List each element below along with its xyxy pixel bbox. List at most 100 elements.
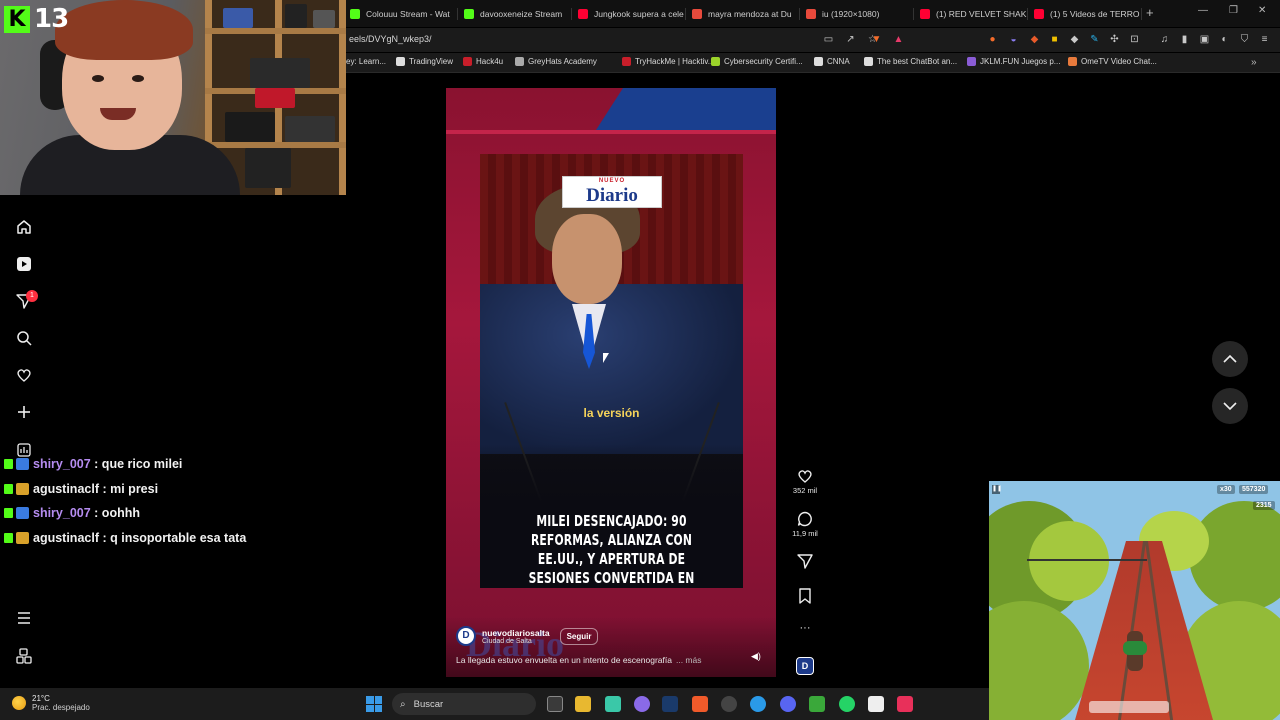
kick-badge-icon — [4, 483, 13, 494]
task-view-icon[interactable] — [547, 696, 563, 712]
whatsapp-icon[interactable] — [839, 696, 855, 712]
browser-tab[interactable]: Colouuu Stream - Wat — [346, 3, 458, 25]
brave-rewards-icon[interactable]: ▲ — [892, 33, 905, 46]
previous-reel-button[interactable] — [1212, 341, 1248, 377]
chat-message: agustinaclf : mi presi — [4, 477, 344, 502]
windows-start-icon[interactable] — [366, 696, 382, 712]
extension-6-icon[interactable]: ✎ — [1088, 33, 1101, 46]
brave-shield-icon[interactable]: ▼ — [870, 33, 883, 46]
file-explorer-icon[interactable] — [575, 696, 591, 712]
bookmark-item[interactable]: TryHackMe | Hacktiv... — [622, 57, 714, 66]
more-options-button[interactable]: ··· — [788, 622, 822, 634]
owner-username[interactable]: nuevodiariosalta — [482, 628, 550, 638]
description-text: La llegada estuvo envuelta en un intento… — [456, 655, 672, 665]
home-icon[interactable] — [14, 217, 34, 237]
extension-1-icon[interactable]: ● — [986, 33, 999, 46]
brave-icon[interactable] — [692, 696, 708, 712]
search-label: Buscar — [413, 698, 444, 710]
share-button[interactable] — [788, 553, 822, 569]
screenshot-icon[interactable]: ⊡ — [1128, 33, 1141, 46]
audio-thumbnail[interactable]: D — [796, 657, 814, 675]
extension-2-icon[interactable]: ◒ — [1007, 33, 1020, 46]
weather-widget[interactable]: 21°C Prac. despejado — [12, 694, 90, 712]
pause-icon[interactable]: ❚❚ — [992, 485, 1002, 494]
tab-label: mayra mendoza at Du — [708, 9, 792, 19]
settings-icon[interactable] — [721, 696, 737, 712]
more-menu-icon[interactable] — [14, 608, 34, 628]
also-from-meta-icon[interactable] — [14, 646, 34, 666]
browser-tab[interactable]: (1) RED VELVET SHAKI — [916, 3, 1028, 25]
bookmark-favicon-icon — [864, 57, 873, 66]
shield-icon[interactable]: ⛉ — [1238, 33, 1251, 46]
create-icon[interactable] — [14, 402, 34, 422]
bookmark-item[interactable]: The best ChatBot an... — [864, 57, 957, 66]
chat-username[interactable]: agustinaclf — [33, 531, 99, 545]
bookmark-favicon-icon — [814, 57, 823, 66]
mute-icon[interactable]: ◀) — [751, 651, 761, 662]
new-tab-button[interactable]: + — [1146, 5, 1154, 20]
url-field[interactable]: eels/DVYgN_wkep3/ — [349, 34, 432, 44]
app-icon[interactable] — [634, 696, 650, 712]
close-icon[interactable]: ✕ — [1258, 5, 1266, 16]
chat-username[interactable]: shiry_007 — [33, 457, 91, 471]
discord-icon[interactable] — [780, 696, 796, 712]
bookmark-item[interactable]: GreyHats Academy — [515, 57, 597, 66]
bookmark-item[interactable]: OmeTV Video Chat... — [1068, 57, 1157, 66]
next-reel-button[interactable] — [1212, 388, 1248, 424]
telegram-icon[interactable] — [750, 696, 766, 712]
reels-icon[interactable] — [14, 254, 34, 274]
bookmark-item[interactable]: ey: Learn... — [346, 57, 386, 66]
tab-label: (1) RED VELVET SHAKI — [936, 9, 1028, 19]
kick-badge-icon — [4, 532, 13, 543]
bookmark-item[interactable]: TradingView — [396, 57, 453, 66]
browser-tab[interactable]: iu (1920×1080) — [802, 3, 914, 25]
comment-button[interactable]: 11,9 mil — [788, 511, 822, 538]
browser-tab[interactable]: davooxeneize Stream — [460, 3, 572, 25]
reel-video-frame[interactable]: NUEVO Diario la versión MILEI DESENCAJAD… — [480, 154, 743, 588]
restore-icon[interactable]: ❐ — [1229, 5, 1238, 16]
chat-username[interactable]: shiry_007 — [33, 506, 91, 520]
like-button[interactable]: 352 mil — [788, 468, 822, 495]
app-icon[interactable] — [605, 696, 621, 712]
capcut-icon[interactable] — [868, 696, 884, 712]
extensions-icon[interactable]: ✣ — [1108, 33, 1121, 46]
extension-5-icon[interactable]: ◆ — [1068, 33, 1081, 46]
heart-icon[interactable] — [14, 365, 34, 385]
bookmark-item[interactable]: Cybersecurity Certifi... — [711, 57, 803, 66]
extension-3-icon[interactable]: ◆ — [1028, 33, 1041, 46]
browser-tab[interactable]: mayra mendoza at Du — [688, 3, 800, 25]
more-link[interactable]: ... más — [676, 655, 702, 665]
bookmark-item[interactable]: CNNA — [814, 57, 850, 66]
share-icon[interactable]: ↗ — [844, 33, 857, 46]
search-icon[interactable] — [14, 328, 34, 348]
steam-icon[interactable] — [662, 696, 678, 712]
tiktok-icon[interactable] — [897, 696, 913, 712]
menu-icon[interactable]: ≡ — [1258, 33, 1271, 46]
taskbar-search[interactable]: ⌕ Buscar — [392, 693, 536, 715]
bookmark-favicon-icon — [622, 57, 631, 66]
chat-message: shiry_007 : que rico milei — [4, 452, 344, 477]
vpn-icon[interactable]: ◐ — [1218, 33, 1231, 46]
minimize-icon[interactable]: — — [1198, 5, 1208, 16]
cast-icon[interactable]: ▭ — [822, 33, 835, 46]
media-icon[interactable]: ♫ — [1158, 33, 1171, 46]
browser-tab[interactable]: Jungkook supera a cele — [574, 3, 686, 25]
reel-video[interactable]: NUEVO Diario la versión MILEI DESENCAJAD… — [446, 88, 776, 677]
browser-tab[interactable]: (1) 5 Videos de TERRO — [1030, 3, 1142, 25]
bookmark-item[interactable]: JKLM.FUN Juegos p... — [967, 57, 1060, 66]
search-icon: ⌕ — [400, 698, 406, 710]
bookmark-item[interactable]: Hack4u — [463, 57, 503, 66]
tab-label: davooxeneize Stream — [480, 9, 563, 19]
follow-button[interactable]: Seguir — [559, 627, 599, 645]
chat-text: : oohhh — [94, 506, 140, 521]
sidebar-icon[interactable]: ▮ — [1178, 33, 1191, 46]
chat-username[interactable]: agustinaclf — [33, 482, 99, 496]
more-bookmarks-icon[interactable]: » — [1251, 57, 1257, 68]
xbox-icon[interactable] — [809, 696, 825, 712]
reel-description[interactable]: La llegada estuvo envuelta en un intento… — [456, 655, 702, 665]
owner-avatar[interactable]: D — [456, 626, 476, 646]
extension-4-icon[interactable]: ■ — [1048, 33, 1061, 46]
wallet-icon[interactable]: ▣ — [1198, 33, 1211, 46]
owner-location[interactable]: Ciudad de Salta — [482, 638, 550, 645]
save-button[interactable] — [788, 588, 822, 604]
